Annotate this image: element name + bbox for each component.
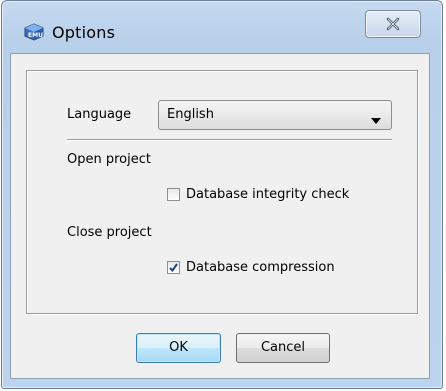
integrity-check-label: Database integrity check [186,187,350,202]
compression-row[interactable]: Database compression [167,260,335,275]
check-icon [169,263,178,273]
language-label: Language [67,107,132,122]
compression-checkbox[interactable] [167,261,180,274]
integrity-check-checkbox[interactable] [167,188,180,201]
window-title: Options [52,23,116,42]
title-bar[interactable]: EMU Options [2,1,442,59]
language-value: English [167,107,214,122]
divider [67,139,392,141]
close-project-label: Close project [67,225,152,240]
chevron-down-icon [371,113,381,128]
app-cube-icon: EMU [24,23,44,41]
language-select[interactable]: English [158,100,392,130]
close-button[interactable] [365,10,421,38]
svg-text:EMU: EMU [28,32,43,39]
close-icon [386,17,400,31]
open-project-label: Open project [67,152,151,167]
compression-label: Database compression [186,260,335,275]
cancel-button[interactable]: Cancel [236,333,330,363]
ok-button[interactable]: OK [136,333,221,363]
integrity-check-row[interactable]: Database integrity check [167,187,349,202]
